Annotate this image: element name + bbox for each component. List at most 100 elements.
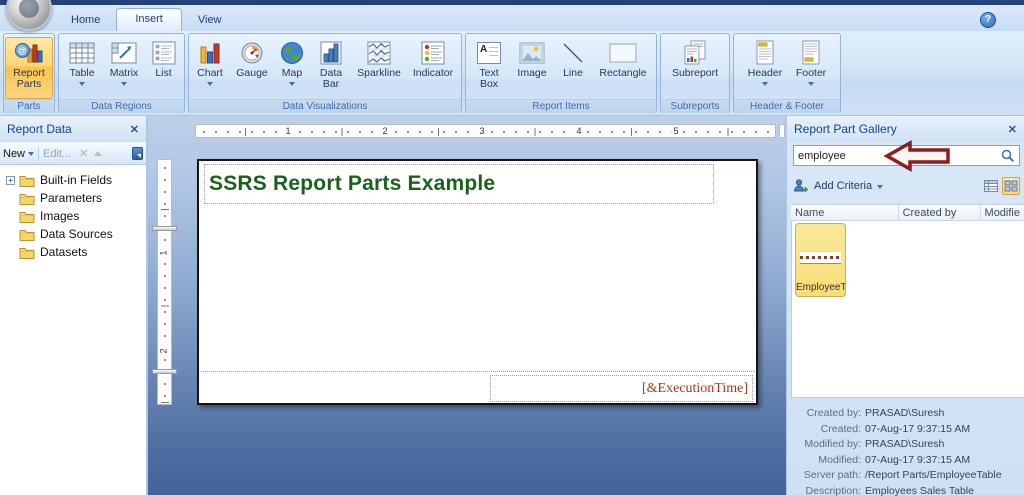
rectangle-icon: [608, 39, 638, 67]
list-view-icon: [984, 180, 998, 192]
detail-label: Modified by:: [804, 438, 861, 450]
map-button[interactable]: Map: [274, 37, 310, 99]
toolbar-overflow-icon[interactable]: [132, 147, 143, 160]
dropdown-arrow-icon[interactable]: [28, 152, 35, 156]
rectangle-button[interactable]: Rectangle: [592, 37, 654, 99]
matrix-button[interactable]: Matrix: [103, 37, 145, 99]
chart-button[interactable]: Chart: [190, 37, 230, 99]
chart-icon: [198, 39, 222, 67]
gallery-title: Report Part Gallery: [794, 122, 897, 136]
detail-value: PRASAD\Suresh: [865, 407, 945, 419]
report-data-title: Report Data: [7, 122, 72, 136]
data-bar-icon: [319, 39, 343, 67]
line-button[interactable]: Line: [554, 37, 592, 99]
detail-label: Created by:: [806, 407, 861, 419]
indicator-button[interactable]: Indicator: [406, 37, 460, 99]
matrix-icon: [111, 39, 137, 67]
delete-icon[interactable]: ✕: [79, 147, 88, 160]
list-view-toggle[interactable]: [982, 177, 1000, 195]
gallery-list: EmployeeTa...: [791, 221, 1024, 398]
line-icon: [561, 39, 585, 67]
gallery-item-details: Created by: PRASAD\Suresh Created: 07-Au…: [787, 398, 1024, 497]
list-icon: [152, 39, 176, 67]
folder-icon: [19, 175, 35, 187]
image-icon: [519, 39, 545, 67]
image-button[interactable]: Image: [510, 37, 554, 99]
page-footer-boundary: [201, 371, 754, 372]
report-data-panel: Report Data ✕ New Edit... ✕ + Built-in F…: [0, 116, 148, 495]
tree-item-built-in-fields[interactable]: + Built-in Fields: [6, 171, 146, 189]
data-bar-button[interactable]: Data Bar: [310, 37, 352, 99]
tab-view[interactable]: View: [182, 10, 238, 31]
help-icon[interactable]: ?: [980, 12, 996, 28]
expand-icon[interactable]: +: [6, 175, 15, 185]
ribbon: @ Report Parts Parts Table Matrix List D…: [0, 31, 1024, 116]
report-part-thumbnail: [800, 252, 841, 264]
tree-item-data-sources[interactable]: Data Sources: [6, 225, 146, 243]
dropdown-arrow-icon: [762, 82, 768, 86]
horizontal-ruler: 1 2 3 4 5: [195, 124, 776, 138]
close-icon[interactable]: ✕: [130, 123, 139, 136]
report-title-textbox[interactable]: SSRS Report Parts Example: [204, 164, 714, 204]
office-button[interactable]: [6, 0, 52, 31]
tile-view-icon: [1004, 180, 1018, 192]
footer-button[interactable]: Footer: [789, 37, 833, 99]
detail-value: PRASAD\Suresh: [865, 438, 945, 450]
move-up-icon[interactable]: [94, 151, 103, 156]
dropdown-arrow-icon[interactable]: [877, 184, 884, 189]
folder-icon: [19, 211, 35, 223]
ruler-section-handle[interactable]: [152, 369, 177, 374]
tab-home[interactable]: Home: [55, 10, 116, 31]
gauge-button[interactable]: Gauge: [230, 37, 274, 99]
ribbon-group-report-items: A Text Box Image Line Rectangle Report I…: [465, 33, 657, 113]
search-icon[interactable]: [1000, 148, 1016, 164]
tab-insert[interactable]: Insert: [116, 8, 182, 31]
report-part-item-employeetable[interactable]: EmployeeTa...: [795, 223, 846, 297]
folder-icon: [19, 193, 35, 205]
tree-item-datasets[interactable]: Datasets: [6, 243, 146, 261]
subreport-icon: [682, 39, 708, 67]
ruler-section-handle[interactable]: [152, 226, 177, 231]
indicator-icon: [421, 39, 445, 67]
subreport-button[interactable]: Subreport: [663, 37, 727, 99]
gallery-column-headers: Name Created by Modifie: [791, 204, 1024, 221]
close-icon[interactable]: ✕: [1008, 123, 1017, 136]
tree-item-images[interactable]: Images: [6, 207, 146, 225]
detail-label: Server path:: [803, 469, 861, 481]
detail-value: 07-Aug-17 9:37:15 AM: [865, 453, 971, 466]
sparkline-icon: [367, 39, 391, 67]
footer-icon: [799, 39, 823, 67]
folder-icon: [19, 229, 35, 241]
dropdown-arrow-icon: [207, 82, 213, 86]
column-created-by[interactable]: Created by: [899, 205, 981, 220]
tile-view-toggle[interactable]: [1002, 177, 1020, 195]
table-button[interactable]: Table: [61, 37, 103, 99]
report-data-toolbar: New Edit... ✕: [0, 142, 146, 165]
dropdown-arrow-icon: [808, 82, 814, 86]
text-box-button[interactable]: A Text Box: [468, 37, 510, 99]
ribbon-tab-row: Home Insert View ?: [0, 0, 1024, 31]
ribbon-group-subreports: Subreport Subreports: [660, 33, 730, 113]
report-parts-button[interactable]: @ Report Parts: [5, 37, 53, 99]
add-criteria-icon: [793, 179, 808, 192]
edit-button[interactable]: Edit...: [43, 148, 71, 160]
detail-value: 07-Aug-17 9:37:15 AM: [865, 422, 971, 435]
dropdown-arrow-icon: [289, 82, 295, 86]
sparkline-button[interactable]: Sparkline: [352, 37, 406, 99]
report-part-gallery-panel: Report Part Gallery ✕ Add Criteria: [786, 116, 1024, 497]
folder-icon: [19, 247, 35, 259]
list-button[interactable]: List: [145, 37, 182, 99]
group-label-data-visualizations: Data Visualizations: [189, 99, 461, 113]
add-criteria-button[interactable]: Add Criteria: [814, 180, 872, 192]
gallery-criteria-row: Add Criteria: [793, 175, 1020, 197]
group-label-header-footer: Header & Footer: [734, 99, 840, 113]
header-button[interactable]: Header: [741, 37, 789, 99]
column-modified[interactable]: Modifie: [981, 205, 1024, 220]
column-name[interactable]: Name: [791, 205, 899, 220]
new-button[interactable]: New: [3, 148, 25, 160]
report-page[interactable]: SSRS Report Parts Example [&ExecutionTim…: [197, 159, 758, 405]
tree-item-parameters[interactable]: Parameters: [6, 189, 146, 207]
execution-time-textbox[interactable]: [&ExecutionTime]: [490, 375, 753, 402]
ruler-fragment: [779, 124, 785, 138]
group-label-report-items: Report Items: [466, 99, 656, 113]
